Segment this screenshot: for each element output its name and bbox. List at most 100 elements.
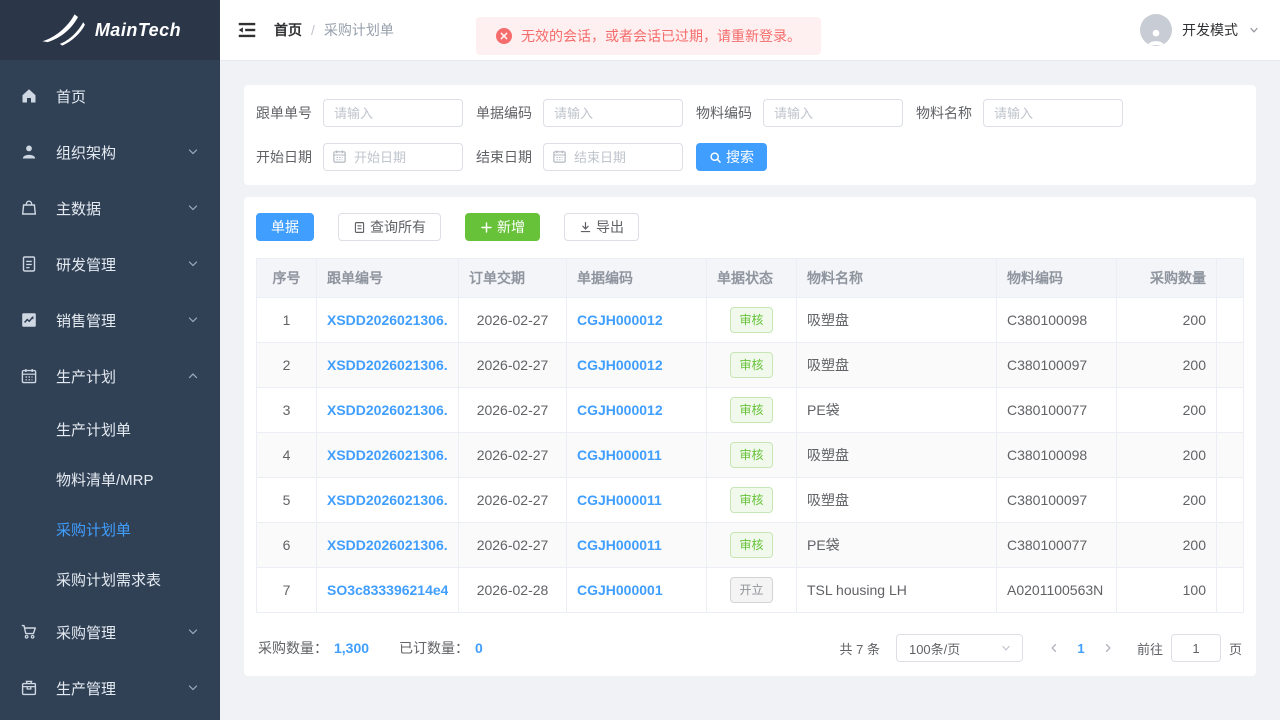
column-header-1: 跟单编号 bbox=[317, 259, 459, 298]
doc-no-link[interactable]: CGJH000011 bbox=[577, 447, 696, 463]
prev-page-button[interactable] bbox=[1041, 634, 1067, 662]
sidebar-subitem-5-2[interactable]: 采购计划单 bbox=[0, 504, 220, 554]
page-unit-label: 页 bbox=[1229, 639, 1242, 658]
cell-delivery-date: 2026-02-27 bbox=[459, 478, 567, 523]
date-input-0[interactable] bbox=[323, 143, 463, 171]
cell-order-no: XSDD2026021306.. bbox=[317, 478, 459, 523]
sidebar-item-label: 生产计划 bbox=[56, 366, 186, 387]
sidebar-item-4[interactable]: 销售管理 bbox=[0, 292, 220, 348]
filter-label: 结束日期 bbox=[476, 147, 533, 167]
sidebar-item-label: 研发管理 bbox=[56, 254, 186, 275]
sidebar-item-2[interactable]: 主数据 bbox=[0, 180, 220, 236]
filter-input-2[interactable] bbox=[763, 99, 903, 127]
sidebar-subitem-label: 物料清单/MRP bbox=[56, 469, 154, 490]
goto-page-input[interactable] bbox=[1171, 634, 1221, 662]
column-header-5: 物料名称 bbox=[797, 259, 997, 298]
sidebar-item-3[interactable]: 研发管理 bbox=[0, 236, 220, 292]
query-all-button[interactable]: 查询所有 bbox=[338, 213, 441, 241]
table-row: 2XSDD2026021306..2026-02-27CGJH000012审核吸… bbox=[257, 343, 1244, 388]
chevron-down-icon bbox=[1248, 24, 1260, 36]
cell-stub bbox=[1217, 298, 1244, 343]
chevron-right-icon bbox=[1102, 642, 1114, 654]
cell-status: 审核 bbox=[707, 343, 797, 388]
filter-input-0[interactable] bbox=[323, 99, 463, 127]
page-size-select[interactable]: 100条/页 bbox=[896, 634, 1023, 662]
table-row: 6XSDD2026021306..2026-02-27CGJH000011审核P… bbox=[257, 523, 1244, 568]
status-badge: 审核 bbox=[730, 397, 772, 423]
order-no-link[interactable]: XSDD2026021306.. bbox=[327, 447, 448, 463]
doc-no-link[interactable]: CGJH000011 bbox=[577, 537, 696, 553]
sidebar-item-1[interactable]: 组织架构 bbox=[0, 124, 220, 180]
sidebar-subitem-5-3[interactable]: 采购计划需求表 bbox=[0, 554, 220, 604]
brand-name: MainTech bbox=[95, 20, 181, 41]
cell-qty: 200 bbox=[1117, 388, 1217, 433]
cell-material-name: 吸塑盘 bbox=[797, 298, 997, 343]
filter-label: 物料名称 bbox=[916, 103, 973, 123]
status-badge: 审核 bbox=[730, 487, 772, 513]
cell-material-name: 吸塑盘 bbox=[797, 433, 997, 478]
sidebar-subitem-5-0[interactable]: 生产计划单 bbox=[0, 404, 220, 454]
goto-label: 前往 bbox=[1137, 639, 1163, 658]
cell-stub bbox=[1217, 388, 1244, 433]
chevron-down-icon bbox=[186, 681, 200, 695]
document-icon bbox=[353, 221, 366, 234]
next-page-button[interactable] bbox=[1095, 634, 1121, 662]
export-button[interactable]: 导出 bbox=[564, 213, 639, 241]
order-no-link[interactable]: XSDD2026021306.. bbox=[327, 537, 448, 553]
session-error-text: 无效的会话，或者会话已过期，请重新登录。 bbox=[521, 26, 801, 46]
filter-input-3[interactable] bbox=[983, 99, 1123, 127]
filter-panel: 跟单单号单据编码物料编码物料名称 开始日期结束日期 搜索 bbox=[244, 85, 1256, 185]
cell-status: 审核 bbox=[707, 523, 797, 568]
table-row: 7SO3c833396214e402026-02-28CGJH000001开立T… bbox=[257, 568, 1244, 613]
sidebar: MainTech 首页组织架构主数据研发管理销售管理生产计划生产计划单物料清单/… bbox=[0, 0, 220, 720]
search-button[interactable]: 搜索 bbox=[696, 143, 767, 171]
add-button[interactable]: 新增 bbox=[465, 213, 540, 241]
cell-material-name: 吸塑盘 bbox=[797, 343, 997, 388]
filter-group-1: 单据编码 bbox=[476, 99, 683, 127]
cell-doc-no: CGJH000012 bbox=[567, 388, 707, 433]
sidebar-item-label: 生产管理 bbox=[56, 678, 186, 699]
order-no-link[interactable]: XSDD2026021306.. bbox=[327, 357, 448, 373]
sidebar-item-7[interactable]: 生产管理 bbox=[0, 660, 220, 716]
cell-material-code: C380100077 bbox=[997, 388, 1117, 433]
cell-material-name: TSL housing LH bbox=[797, 568, 997, 613]
order-no-link[interactable]: XSDD2026021306.. bbox=[327, 492, 448, 508]
doc-no-link[interactable]: CGJH000012 bbox=[577, 357, 696, 373]
order-no-link[interactable]: XSDD2026021306.. bbox=[327, 312, 448, 328]
cell-qty: 200 bbox=[1117, 523, 1217, 568]
order-no-link[interactable]: SO3c833396214e40 bbox=[327, 582, 448, 598]
column-header-3: 单据编码 bbox=[567, 259, 707, 298]
filter-label: 开始日期 bbox=[256, 147, 313, 167]
collapse-sidebar-icon[interactable] bbox=[236, 19, 258, 41]
breadcrumb-home[interactable]: 首页 bbox=[274, 20, 302, 40]
sidebar-item-6[interactable]: 采购管理 bbox=[0, 604, 220, 660]
user-icon bbox=[20, 143, 38, 161]
cell-qty: 200 bbox=[1117, 298, 1217, 343]
filter-label: 物料编码 bbox=[696, 103, 753, 123]
sidebar-item-0[interactable]: 首页 bbox=[0, 68, 220, 124]
order-no-link[interactable]: XSDD2026021306.. bbox=[327, 402, 448, 418]
cell-doc-no: CGJH000012 bbox=[567, 343, 707, 388]
brand-logo[interactable]: MainTech bbox=[0, 0, 220, 60]
doc-no-link[interactable]: CGJH000011 bbox=[577, 492, 696, 508]
sidebar-subitem-5-1[interactable]: 物料清单/MRP bbox=[0, 454, 220, 504]
document-icon bbox=[20, 255, 38, 273]
user-menu[interactable]: 开发模式 bbox=[1140, 14, 1260, 46]
cell-delivery-date: 2026-02-27 bbox=[459, 433, 567, 478]
cell-order-no: SO3c833396214e40 bbox=[317, 568, 459, 613]
search-icon bbox=[709, 151, 722, 164]
avatar bbox=[1140, 14, 1172, 46]
sidebar-item-label: 采购管理 bbox=[56, 622, 186, 643]
doc-no-link[interactable]: CGJH000012 bbox=[577, 312, 696, 328]
sidebar-item-5[interactable]: 生产计划 bbox=[0, 348, 220, 404]
chevron-down-icon bbox=[186, 313, 200, 327]
cell-delivery-date: 2026-02-27 bbox=[459, 343, 567, 388]
doc-no-link[interactable]: CGJH000001 bbox=[577, 582, 696, 598]
page-number-1[interactable]: 1 bbox=[1067, 641, 1095, 656]
date-input-1[interactable] bbox=[543, 143, 683, 171]
date-group-0: 开始日期 bbox=[256, 143, 463, 171]
doc-no-link[interactable]: CGJH000012 bbox=[577, 402, 696, 418]
filter-input-1[interactable] bbox=[543, 99, 683, 127]
doc-button[interactable]: 单据 bbox=[256, 213, 314, 241]
chevron-up-icon bbox=[186, 369, 200, 383]
